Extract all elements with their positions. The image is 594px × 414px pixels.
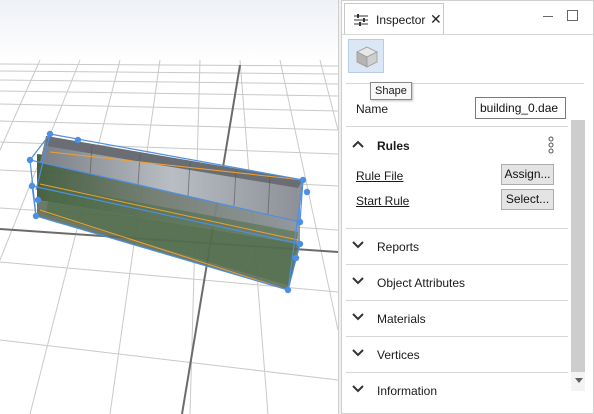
chevron-down-icon [352, 241, 364, 249]
tab-inspector[interactable]: Inspector ✕ [344, 3, 444, 34]
section-information-header[interactable]: Information [352, 381, 572, 401]
section-reports-label: Reports [377, 240, 420, 254]
scroll-down-arrow-icon[interactable] [575, 378, 583, 383]
section-materials-label: Materials [377, 312, 426, 326]
tab-bar: Inspector ✕ [342, 1, 593, 35]
divider [346, 300, 568, 301]
chevron-down-icon [352, 349, 364, 357]
kebab-menu-icon[interactable] [548, 136, 554, 154]
divider [346, 336, 568, 337]
section-reports-header[interactable]: Reports [352, 237, 572, 257]
divider [346, 372, 568, 373]
chevron-down-icon [352, 277, 364, 285]
name-field[interactable] [475, 97, 566, 119]
shape-toggle-button[interactable] [348, 39, 384, 73]
cube-icon [356, 46, 378, 68]
minimize-icon[interactable] [542, 10, 554, 22]
shape-tooltip: Shape [370, 82, 412, 100]
chevron-down-icon [352, 385, 364, 393]
maximize-icon[interactable] [567, 10, 579, 22]
scene-canvas[interactable] [0, 0, 338, 414]
rule-file-link[interactable]: Rule File [356, 169, 403, 183]
section-rules-label: Rules [377, 139, 410, 153]
viewport-3d[interactable] [0, 0, 339, 414]
tab-inspector-label: Inspector [376, 13, 426, 27]
sliders-icon [354, 14, 368, 26]
divider [346, 126, 568, 127]
chevron-down-icon [352, 313, 364, 321]
select-button[interactable]: Select... [501, 189, 554, 210]
chevron-up-icon [352, 140, 364, 148]
name-label: Name [356, 102, 389, 116]
start-rule-link[interactable]: Start Rule [356, 194, 409, 208]
inspector-panel: Inspector ✕ Shape Name Rules Rule File A… [341, 0, 594, 414]
section-object-attributes-label: Object Attributes [377, 276, 466, 290]
divider [346, 228, 568, 229]
section-vertices-label: Vertices [377, 348, 420, 362]
divider [346, 264, 568, 265]
close-icon[interactable]: ✕ [430, 11, 442, 27]
section-information-label: Information [377, 384, 438, 398]
scrollbar-thumb[interactable] [571, 120, 585, 372]
section-materials-header[interactable]: Materials [352, 309, 572, 329]
section-vertices-header[interactable]: Vertices [352, 345, 572, 365]
section-rules-header[interactable]: Rules [352, 136, 572, 156]
assign-button[interactable]: Assign... [501, 164, 554, 185]
section-object-attributes-header[interactable]: Object Attributes [352, 273, 572, 293]
